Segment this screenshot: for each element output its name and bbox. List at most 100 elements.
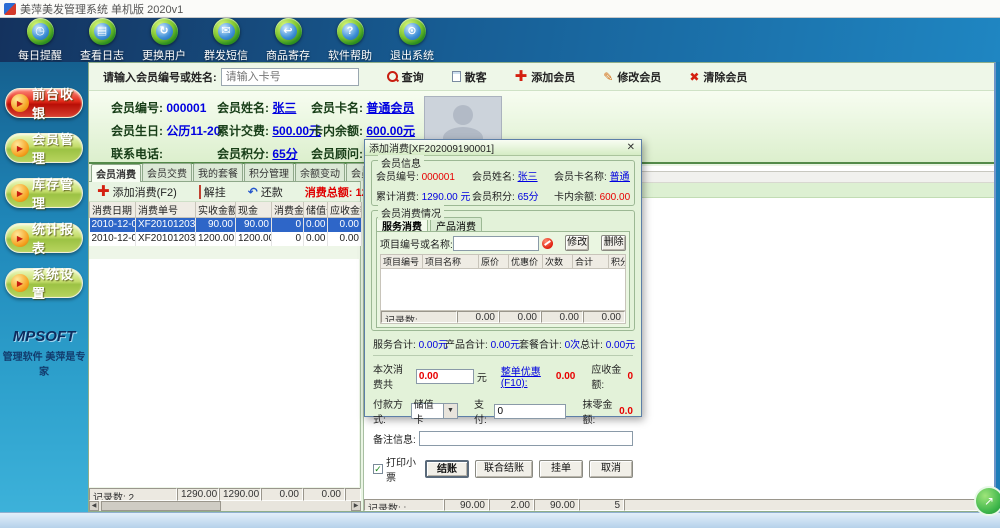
member-card[interactable]: 普通会员 [366, 101, 414, 115]
window-title: 美萍美发管理系统 单机版 2020v1 [20, 3, 184, 16]
member-points-label: 会员积分: [217, 147, 269, 161]
print-receipt-checkbox[interactable]: ✓ [373, 464, 383, 474]
pay-amount-input[interactable] [494, 403, 567, 419]
amount-input[interactable] [415, 368, 474, 384]
tab-payment[interactable]: 会员交费 [142, 163, 192, 181]
due-value: 0 [627, 370, 633, 382]
member-advisor-label: 会员顾问: [311, 147, 363, 161]
toolbar-mass-sms[interactable]: ✉ 群发短信 [196, 17, 256, 63]
record-count: 记录数: [381, 311, 457, 323]
modify-member-button[interactable]: ✎ 修改会员 [603, 69, 661, 85]
document-icon [451, 71, 461, 82]
member-card-label: 会员卡名: [311, 101, 363, 115]
horizontal-scrollbar[interactable]: ◀ ▶ [89, 501, 361, 511]
table-row[interactable]: 2010-12-03 16:XF2010120330 1200.001200.0… [89, 231, 362, 246]
toolbar-daily-reminder[interactable]: ◷ 每日提醒 [10, 17, 70, 63]
close-icon[interactable]: ✕ [625, 142, 637, 153]
sidebar-item-members[interactable]: ▶ 会员管理 [5, 132, 83, 166]
dlg-member-no: 000001 [421, 172, 455, 183]
add-consume-button[interactable]: ✚ 添加消费(F2) [97, 184, 177, 200]
note-row: 备注信息: [373, 431, 633, 446]
item-code-input[interactable] [452, 235, 539, 251]
repay-button[interactable]: ↶ 还款 [248, 184, 283, 200]
scroll-left-icon[interactable]: ◀ [89, 501, 99, 511]
member-no-label: 会员编号: [111, 101, 163, 115]
consume-total-label: 消费总额: [304, 186, 353, 199]
consume-table-footer: 记录数: 2 1290.00 1290.00 0.00 0.00 [89, 488, 361, 501]
dialog-buttons-row: ✓ 打印小票 结账 联合结账 挂单 取消 [373, 454, 633, 484]
toolbar-view-log[interactable]: ▤ 查看日志 [72, 17, 132, 63]
sidebar-item-inventory[interactable]: ▶ 库存管理 [5, 177, 83, 211]
dlg-member-balance: 600.00元 [599, 192, 630, 203]
settle-button[interactable]: 结账 [425, 460, 469, 478]
sidebar-item-reports[interactable]: ▶ 统计报表 [5, 222, 83, 256]
member-birthday: 公历11-20 [166, 124, 221, 138]
order-discount-link[interactable]: 整单优惠(F10): [501, 363, 554, 389]
note-input[interactable] [418, 431, 633, 446]
brand-logo: MPSOFT 管理软件 美萍是专家 [2, 328, 86, 378]
member-name-label: 会员姓名: [217, 101, 269, 115]
consume-toolbar: ✚ 添加消费(F2) 解挂 ↶ 还款 消费总额: 1290.00 [89, 182, 395, 202]
plus-icon: ✚ [514, 68, 528, 85]
joint-settle-button[interactable]: 联合结账 [475, 460, 533, 478]
tab-consume[interactable]: 会员消费 [91, 164, 141, 182]
toolbar-switch-user[interactable]: ↻ 更换用户 [134, 17, 194, 63]
record-count: 记录数: : [364, 499, 444, 511]
dlg-member-consumed: 1290.00 元 [421, 192, 471, 203]
locate-icon[interactable] [541, 237, 553, 249]
member-points[interactable]: 65分 [272, 147, 297, 161]
item-table-footer: 记录数: 0.00 0.00 0.00 0.00 [380, 311, 626, 324]
walkin-button[interactable]: 散客 [451, 69, 487, 85]
modify-item-button[interactable]: 修改 [564, 235, 590, 251]
sidebar: ▶ 前台收银 ▶ 会员管理 ▶ 库存管理 ▶ 统计报表 ▶ 系统设置 MPSOF… [0, 62, 88, 516]
search-input[interactable] [220, 67, 359, 86]
consume-table-header: 消费日期消费单号 实收金额现金 消费金额储值卡 应收金额 [89, 202, 362, 218]
print-receipt-label: 打印小票 [386, 458, 416, 484]
tab-points[interactable]: 积分管理 [244, 163, 294, 181]
member-name[interactable]: 张三 [272, 101, 296, 115]
member-search-bar: 请输入会员编号或姓名: 查询 散客 ✚ 添加会员 ✎ 修改会员 ✖ 清除会员 [89, 63, 994, 91]
sidebar-item-settings[interactable]: ▶ 系统设置 [5, 267, 83, 301]
hang-order-button[interactable]: 挂单 [539, 460, 583, 478]
table-row[interactable]: 2010-12-03 16:XF2010120340 90.0090.00 00… [89, 217, 362, 232]
title-bar: 美萍美发管理系统 单机版 2020v1 [0, 0, 1000, 18]
record-count: 记录数: 2 [89, 488, 177, 501]
scroll-right-icon[interactable]: ▶ [351, 501, 361, 511]
play-icon: ▶ [11, 229, 29, 247]
scroll-thumb[interactable] [101, 501, 221, 511]
search-label: 请输入会员编号或姓名: [103, 71, 217, 84]
clear-member-button[interactable]: ✖ 清除会员 [689, 69, 747, 85]
member-balance[interactable]: 600.00元 [366, 124, 415, 138]
payment-method-select[interactable]: 储值卡 ▼ [410, 400, 458, 426]
delete-item-button[interactable]: 删除 [601, 235, 626, 251]
item-table: 项目编号项目名称 原价优惠价 次数合计 积分 [380, 254, 626, 269]
storage-icon: ↩ [274, 17, 302, 45]
toolbar-help[interactable]: ? 软件帮助 [320, 17, 380, 63]
detail-footer: 记录数: : 90.00 2.00 90.00 5 [364, 499, 994, 511]
play-icon: ▶ [11, 274, 29, 292]
chevron-down-icon: ▼ [443, 404, 457, 418]
toolbar-exit[interactable]: ⊙ 退出系统 [382, 17, 442, 63]
floating-assist-button[interactable]: ↗ [974, 486, 1000, 516]
group-legend: 会员信息 [378, 155, 424, 170]
dlg-member-name: 张三 [517, 172, 538, 183]
query-button[interactable]: 查询 [386, 69, 424, 85]
tab-balance[interactable]: 余额变动 [295, 163, 345, 181]
play-icon: ▶ [11, 184, 29, 202]
member-paid-label: 累计交费: [217, 124, 269, 138]
add-member-button[interactable]: ✚ 添加会员 [515, 69, 576, 85]
tab-packages[interactable]: 我的套餐 [193, 163, 243, 181]
dlg-member-card: 普通会员 [609, 172, 630, 183]
cancel-button[interactable]: 取消 [589, 460, 633, 478]
pencil-icon: ✎ [603, 69, 614, 84]
item-input-label: 项目编号或名称: [380, 239, 453, 251]
toolbar-goods-storage[interactable]: ↩ 商品寄存 [258, 17, 318, 63]
main-toolbar: ◷ 每日提醒 ▤ 查看日志 ↻ 更换用户 ✉ 群发短信 ↩ 商品寄存 ? 软件帮… [0, 17, 1000, 63]
log-icon: ▤ [88, 17, 116, 45]
unhang-button[interactable]: 解挂 [198, 184, 226, 200]
member-detail-panel: 会员消费 会员交费 我的套餐 积分管理 余额变动 会员事件 备注提醒 ✚ 添加消… [89, 163, 447, 511]
sidebar-item-cashier[interactable]: ▶ 前台收银 [5, 87, 83, 121]
app-icon [4, 2, 16, 15]
exit-icon: ⊙ [398, 17, 426, 45]
member-no: 000001 [166, 101, 207, 115]
